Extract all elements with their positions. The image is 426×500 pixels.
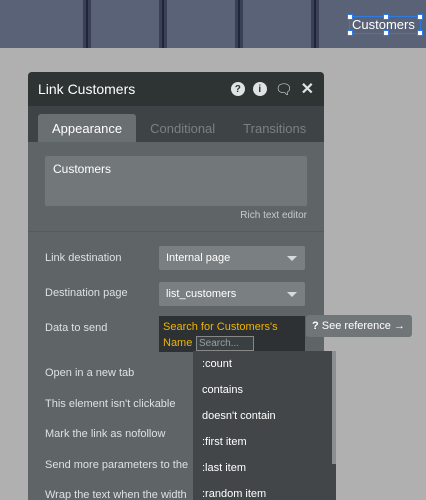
menu-item-count[interactable]: :count [193, 351, 336, 377]
menu-item-random-item[interactable]: :random item [193, 481, 336, 500]
see-reference-label: See reference → [321, 320, 405, 332]
canvas-block [90, 0, 159, 48]
menu-item-contains[interactable]: contains [193, 377, 336, 403]
text-content-value: Customers [53, 162, 112, 176]
panel-tabs: Appearance Conditional Transitions [28, 106, 324, 142]
link-destination-value: Internal page [166, 252, 231, 264]
canvas-block [0, 0, 83, 48]
canvas-block [242, 0, 312, 48]
canvas-divider [85, 0, 88, 48]
see-reference-button[interactable]: ? See reference → [306, 315, 412, 337]
question-icon: ? [312, 320, 319, 332]
chevron-down-icon [287, 256, 297, 261]
tab-appearance[interactable]: Appearance [38, 114, 137, 142]
canvas-divider [161, 0, 164, 48]
autocomplete-menu: :count contains doesn't contain :first i… [193, 351, 336, 500]
menu-item-first-item[interactable]: :first item [193, 429, 336, 455]
nofollow-label: Mark the link as nofollow [45, 428, 166, 440]
resize-handle[interactable] [417, 14, 423, 20]
link-destination-dropdown[interactable]: Internal page [159, 246, 305, 270]
autocomplete-search-input[interactable]: Search... [196, 336, 254, 351]
resize-handle[interactable] [347, 14, 353, 20]
comment-icon[interactable]: 🗨 [275, 81, 293, 98]
canvas-divider [314, 0, 316, 48]
link-destination-label: Link destination [45, 252, 122, 264]
menu-item-last-item[interactable]: :last item [193, 455, 336, 481]
open-new-tab-label: Open in a new tab [45, 367, 135, 379]
destination-page-value: list_customers [166, 288, 237, 300]
wrap-text-label: Wrap the text when the width [45, 489, 187, 500]
data-to-send-label: Data to send [45, 322, 108, 334]
canvas-divider [237, 0, 240, 48]
rich-text-editor-link[interactable]: Rich text editor [240, 210, 307, 221]
text-content-editor[interactable]: Customers [45, 156, 307, 206]
selected-link-element[interactable]: Customers [347, 14, 423, 36]
destination-page-label: Destination page [45, 287, 128, 299]
tab-transitions[interactable]: Transitions [229, 114, 320, 142]
resize-handle[interactable] [383, 30, 389, 36]
menu-scrollbar[interactable] [332, 351, 336, 464]
info-icon[interactable]: i [252, 82, 267, 96]
resize-handle[interactable] [417, 30, 423, 36]
panel-title: Link Customers [38, 81, 136, 97]
chevron-down-icon [287, 292, 297, 297]
panel-header-icons: ? i 🗨 ✕ [230, 79, 314, 99]
section-divider [28, 231, 324, 232]
resize-handle[interactable] [347, 30, 353, 36]
destination-page-dropdown[interactable]: list_customers [159, 282, 305, 306]
close-icon[interactable]: ✕ [301, 79, 314, 99]
not-clickable-label: This element isn't clickable [45, 398, 176, 410]
menu-item-doesnt-contain[interactable]: doesn't contain [193, 403, 336, 429]
canvas-block [166, 0, 235, 48]
tab-conditional[interactable]: Conditional [136, 114, 229, 142]
panel-header[interactable]: Link Customers ? i 🗨 ✕ [28, 72, 324, 106]
help-icon[interactable]: ? [230, 82, 245, 96]
send-params-label: Send more parameters to the [45, 459, 189, 471]
resize-handle[interactable] [383, 14, 389, 20]
